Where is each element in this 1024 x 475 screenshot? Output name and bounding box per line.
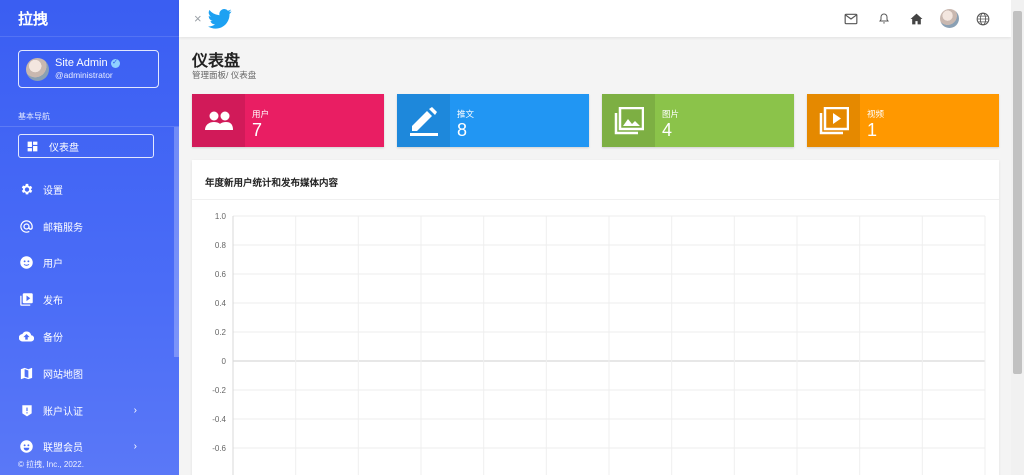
user-handle: @administrator: [55, 70, 113, 80]
topbar: ×: [179, 0, 1011, 37]
mail-icon[interactable]: [834, 13, 867, 25]
sidebar-item-account-auth[interactable]: 账户认证 ›: [0, 392, 179, 429]
close-icon[interactable]: ×: [194, 11, 202, 26]
sidebar-item-label: 仪表盘: [49, 142, 79, 154]
alert-shield-icon: [19, 403, 34, 418]
sidebar-item-email[interactable]: 邮箱服务: [0, 208, 179, 245]
bell-icon[interactable]: [867, 12, 900, 25]
stat-label: 图片: [662, 109, 680, 119]
emoji-icon: [19, 439, 34, 454]
page-scrollbar[interactable]: [1011, 0, 1024, 475]
people-icon: [192, 94, 245, 147]
divider: [0, 126, 179, 127]
user-name: Site Admin: [55, 57, 108, 69]
sidebar-nav: 仪表盘 设置 邮箱服务 用户 发布 备份 网站地图 账户认证 › 联盟会员 ›: [0, 134, 179, 465]
globe-icon[interactable]: [966, 12, 999, 26]
sidebar-item-publish[interactable]: 发布: [0, 281, 179, 318]
sidebar-item-label: 账户认证: [43, 406, 83, 418]
y-tick-label: -0.6: [212, 444, 226, 453]
scrollbar-thumb[interactable]: [1013, 11, 1022, 374]
sidebar: 拉拽 Site Admin ✓ @administrator 基本导航 仪表盘 设…: [0, 0, 179, 475]
brand-title[interactable]: 拉拽: [0, 0, 179, 37]
video-icon: [807, 94, 860, 147]
twitter-bird-icon[interactable]: [207, 8, 232, 29]
avatar[interactable]: [933, 9, 966, 28]
y-tick-label: 1.0: [215, 212, 227, 221]
stat-card-images[interactable]: 图片 4: [602, 94, 794, 147]
verified-icon: ✓: [110, 58, 120, 68]
pencil-icon: [397, 94, 450, 147]
breadcrumb[interactable]: 管理面板/ 仪表盘: [192, 69, 256, 81]
video-library-icon: [19, 292, 34, 307]
stat-label: 用户: [252, 109, 270, 119]
stat-label: 推文: [457, 109, 475, 119]
sidebar-item-label: 网站地图: [43, 369, 83, 381]
stat-value: 1: [867, 120, 878, 140]
sidebar-item-settings[interactable]: 设置: [0, 171, 179, 208]
line-chart: 1.0 0.8 0.6 0.4 0.2 0 -0.2 -0.4 -0.6: [212, 212, 986, 475]
stat-value: 8: [457, 120, 468, 140]
y-tick-label: 0.8: [215, 241, 227, 250]
at-sign-icon: [19, 219, 34, 234]
sidebar-item-label: 设置: [43, 185, 63, 197]
chevron-right-icon: ›: [133, 404, 137, 416]
sidebar-item-label: 发布: [43, 296, 63, 308]
stat-card-users[interactable]: 用户 7: [192, 94, 384, 147]
avatar: [26, 57, 49, 81]
stat-card-tweets[interactable]: 推文 8: [397, 94, 589, 147]
user-face-icon: [19, 255, 34, 270]
y-tick-label: -0.2: [212, 386, 226, 395]
sidebar-item-users[interactable]: 用户: [0, 245, 179, 282]
chevron-right-icon: ›: [133, 441, 137, 453]
gear-icon: [19, 182, 34, 197]
stat-value: 4: [662, 120, 673, 140]
dashboard-icon: [25, 139, 40, 154]
cloud-upload-icon: [19, 329, 34, 344]
stat-card-videos[interactable]: 视频 1: [807, 94, 999, 147]
y-tick-label: 0.6: [215, 270, 227, 279]
map-icon: [19, 366, 34, 381]
sidebar-item-label: 用户: [43, 259, 63, 271]
stats-panel: 年度新用户统计和发布媒体内容 1.0 0.8 0.6 0.4 0.2 0 -0.2 -0.4 -…: [192, 160, 999, 475]
copyright: © 拉拽, Inc., 2022.: [18, 460, 84, 469]
home-icon[interactable]: [900, 13, 933, 25]
panel-title: 年度新用户统计和发布媒体内容: [205, 178, 339, 189]
nav-section-label: 基本导航: [18, 112, 50, 121]
stat-label: 视频: [867, 109, 885, 119]
user-card[interactable]: Site Admin ✓ @administrator: [18, 50, 159, 88]
y-tick-label: 0.4: [215, 299, 227, 308]
image-icon: [602, 94, 655, 147]
sidebar-item-label: 邮箱服务: [43, 222, 83, 234]
page-title: 仪表盘: [192, 53, 241, 70]
stat-value: 7: [252, 120, 263, 140]
sidebar-item-sitemap[interactable]: 网站地图: [0, 355, 179, 392]
y-tick-label: 0: [222, 357, 227, 366]
topbar-actions: [834, 0, 999, 37]
y-tick-label: 0.2: [215, 328, 227, 337]
sidebar-item-backup[interactable]: 备份: [0, 318, 179, 355]
sidebar-item-dashboard[interactable]: 仪表盘: [18, 134, 154, 158]
sidebar-item-label: 备份: [43, 333, 63, 345]
sidebar-item-label: 联盟会员: [43, 443, 83, 455]
y-tick-label: -0.4: [212, 415, 226, 424]
